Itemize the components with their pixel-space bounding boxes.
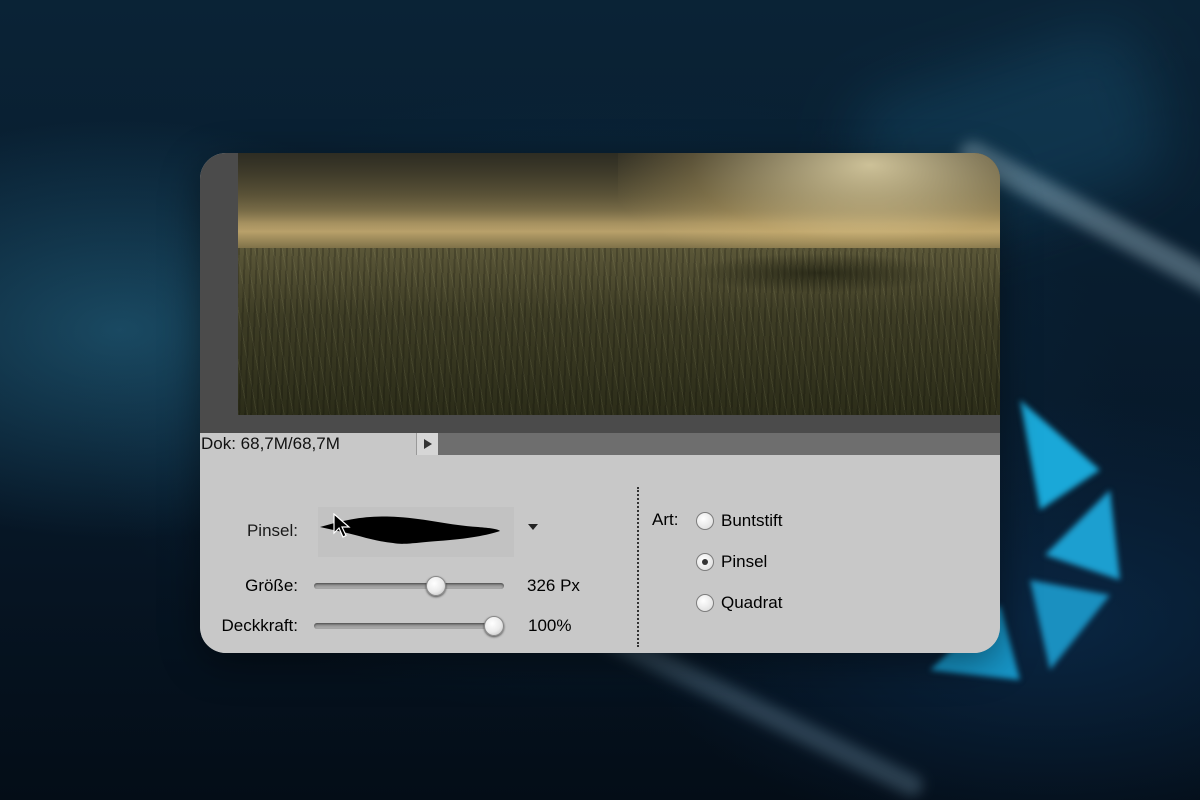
mode-label: Art:	[652, 510, 679, 529]
mode-radio-label: Buntstift	[721, 511, 783, 530]
mode-radio-pinsel[interactable]: Pinsel	[696, 552, 767, 572]
photoshop-panel: Dok: 68,7M/68,7M Pinsel: Größe: 326 Px D…	[200, 153, 1000, 653]
options-divider	[637, 487, 639, 647]
radio-button-icon[interactable]	[696, 553, 714, 571]
document-canvas-area	[200, 153, 1000, 433]
radio-button-icon[interactable]	[696, 594, 714, 612]
opacity-slider-track	[314, 623, 504, 629]
mode-radio-label: Quadrat	[721, 593, 783, 612]
size-slider-thumb[interactable]	[426, 576, 447, 596]
size-value: 326 Px	[527, 576, 580, 595]
mode-radio-quadrat[interactable]: Quadrat	[696, 593, 782, 613]
mode-radio-label: Pinsel	[721, 552, 768, 571]
arrow-cursor-icon	[333, 513, 351, 538]
brush-label: Pinsel:	[246, 521, 298, 540]
status-menu-arrow-icon[interactable]	[416, 433, 438, 455]
opacity-label: Deckkraft:	[221, 616, 298, 635]
size-slider[interactable]	[314, 576, 504, 596]
radio-button-icon[interactable]	[696, 512, 714, 530]
mode-radio-buntstift[interactable]: Buntstift	[696, 511, 782, 531]
size-slider-track	[314, 583, 504, 589]
size-label: Größe:	[245, 576, 298, 595]
image-shadow-patch	[688, 253, 948, 293]
document-size-readout: Dok: 68,7M/68,7M	[200, 433, 416, 455]
document-image	[238, 153, 1000, 415]
brush-dropdown-chevron-down-icon[interactable]	[526, 521, 540, 533]
opacity-slider[interactable]	[314, 616, 504, 636]
opacity-value: 100%	[528, 616, 572, 635]
opacity-slider-thumb[interactable]	[484, 616, 504, 636]
